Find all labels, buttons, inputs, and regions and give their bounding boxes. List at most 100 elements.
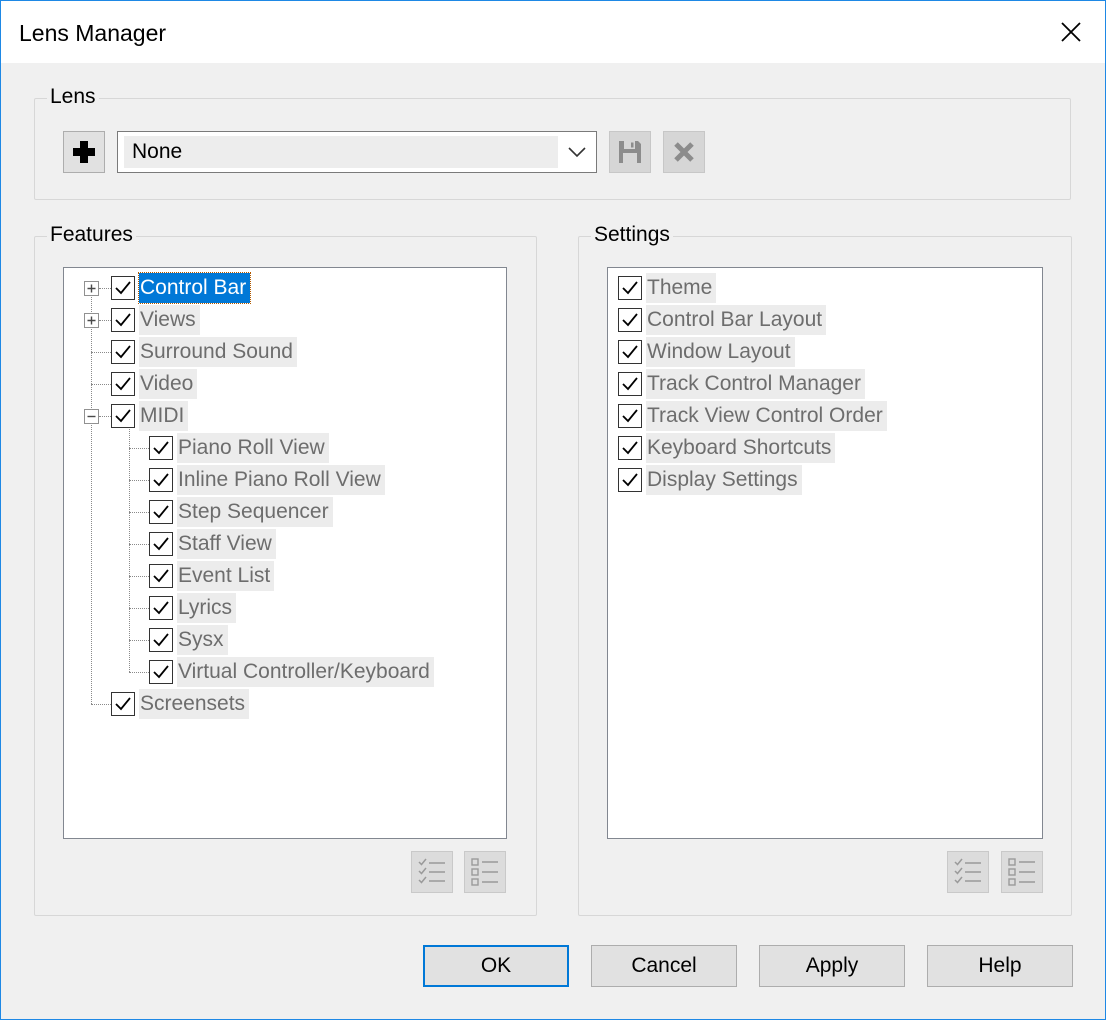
checkbox-step-sequencer[interactable] [149, 500, 173, 524]
list-item-label: Window Layout [646, 337, 795, 367]
checkmark-icon [153, 633, 169, 647]
delete-lens-button[interactable] [663, 131, 705, 173]
checkbox-midi[interactable] [111, 404, 135, 428]
checkbox-theme[interactable] [618, 276, 642, 300]
checkmark-icon [115, 377, 131, 391]
tree-item-label: Sysx [177, 625, 228, 655]
list-item-label: Display Settings [646, 465, 802, 495]
unchecked-list-icon [1008, 858, 1035, 886]
checkbox-screensets[interactable] [111, 692, 135, 716]
tree-item-surround-sound[interactable]: Surround Sound [111, 336, 297, 368]
settings-uncheck-all-button[interactable] [1001, 851, 1043, 893]
checkbox-piano-roll-view[interactable] [149, 436, 173, 460]
tree-item-label: Piano Roll View [177, 433, 329, 463]
plus-small-icon [87, 316, 96, 325]
plus-small-icon [87, 284, 96, 293]
tree-item-label: Event List [177, 561, 275, 591]
tree-item-staff-view[interactable]: Staff View [149, 528, 276, 560]
list-item-track-control-manager[interactable]: Track Control Manager [618, 368, 865, 400]
checkmark-icon [115, 313, 131, 327]
checkmark-icon [153, 569, 169, 583]
list-item-window-layout[interactable]: Window Layout [618, 336, 795, 368]
close-button[interactable] [1037, 1, 1105, 63]
list-item-control-bar-layout[interactable]: Control Bar Layout [618, 304, 827, 336]
help-button[interactable]: Help [927, 945, 1073, 987]
ok-button[interactable]: OK [423, 945, 569, 987]
tree-item-label: Staff View [177, 529, 276, 559]
checkbox-control-bar-layout[interactable] [618, 308, 642, 332]
settings-list[interactable]: Theme Control Bar Layout Window Layout T… [607, 267, 1043, 839]
collapse-midi-toggle[interactable] [84, 409, 99, 424]
checkmark-icon [153, 441, 169, 455]
checkbox-control-bar[interactable] [111, 276, 135, 300]
tree-item-piano-roll-view[interactable]: Piano Roll View [149, 432, 329, 464]
list-item-keyboard-shortcuts[interactable]: Keyboard Shortcuts [618, 432, 836, 464]
tree-item-video[interactable]: Video [111, 368, 198, 400]
tree-item-label: Surround Sound [139, 337, 297, 367]
window-title: Lens Manager [19, 20, 167, 46]
checkmark-icon [622, 409, 638, 423]
checkbox-inline-piano-roll-view[interactable] [149, 468, 173, 492]
checkbox-surround-sound[interactable] [111, 340, 135, 364]
close-icon [1061, 22, 1081, 42]
tree-item-lyrics[interactable]: Lyrics [149, 592, 237, 624]
check-list-icon [418, 858, 445, 884]
title-bar: Lens Manager [1, 1, 1105, 63]
tree-item-inline-piano-roll-view[interactable]: Inline Piano Roll View [149, 464, 385, 496]
checkmark-icon [115, 281, 131, 295]
settings-check-all-button[interactable] [947, 851, 989, 893]
apply-button[interactable]: Apply [759, 945, 905, 987]
tree-item-views[interactable]: Views [111, 304, 200, 336]
save-lens-button[interactable] [609, 131, 651, 173]
tree-item-control-bar[interactable]: Control Bar [111, 272, 252, 304]
cancel-button[interactable]: Cancel [591, 945, 737, 987]
checkmark-icon [153, 473, 169, 487]
list-item-theme[interactable]: Theme [618, 272, 717, 304]
expand-views-toggle[interactable] [84, 313, 99, 328]
list-item-label: Control Bar Layout [646, 305, 827, 335]
checkbox-virtual-controller-keyboard[interactable] [149, 660, 173, 684]
checkbox-video[interactable] [111, 372, 135, 396]
expand-control-bar-toggle[interactable] [84, 281, 99, 296]
features-uncheck-all-button[interactable] [464, 851, 506, 893]
tree-item-label: Virtual Controller/Keyboard [177, 657, 434, 687]
list-item-display-settings[interactable]: Display Settings [618, 464, 802, 496]
checkmark-icon [622, 345, 638, 359]
save-icon [619, 141, 641, 163]
checkbox-track-view-control-order[interactable] [618, 404, 642, 428]
features-tree[interactable]: Control Bar Views Surround Sound Video M… [63, 267, 507, 839]
checkbox-views[interactable] [111, 308, 135, 332]
tree-item-label: Views [139, 305, 200, 335]
tree-item-midi[interactable]: MIDI [111, 400, 189, 432]
tree-item-screensets[interactable]: Screensets [111, 688, 250, 720]
tree-item-label: MIDI [139, 401, 189, 431]
checkmark-icon [153, 665, 169, 679]
list-item-track-view-control-order[interactable]: Track View Control Order [618, 400, 887, 432]
checkbox-event-list[interactable] [149, 564, 173, 588]
list-item-label: Theme [646, 273, 717, 303]
checkmark-icon [622, 377, 638, 391]
lens-manager-dialog: Lens Manager Lens None Features Control … [0, 0, 1106, 1020]
tree-item-label: Step Sequencer [177, 497, 333, 527]
checkmark-icon [622, 473, 638, 487]
checkbox-keyboard-shortcuts[interactable] [618, 436, 642, 460]
tree-item-sysx[interactable]: Sysx [149, 624, 228, 656]
checkbox-lyrics[interactable] [149, 596, 173, 620]
checkmark-icon [622, 281, 638, 295]
checkbox-sysx[interactable] [149, 628, 173, 652]
tree-item-event-list[interactable]: Event List [149, 560, 275, 592]
checkmark-icon [115, 409, 131, 423]
checkbox-track-control-manager[interactable] [618, 372, 642, 396]
list-item-label: Keyboard Shortcuts [646, 433, 836, 463]
checkbox-window-layout[interactable] [618, 340, 642, 364]
checkbox-display-settings[interactable] [618, 468, 642, 492]
chevron-down-icon [568, 147, 586, 158]
tree-item-virtual-controller-keyboard[interactable]: Virtual Controller/Keyboard [149, 656, 434, 688]
tree-item-step-sequencer[interactable]: Step Sequencer [149, 496, 333, 528]
lens-dropdown[interactable]: None [117, 131, 597, 173]
checkbox-staff-view[interactable] [149, 532, 173, 556]
features-check-all-button[interactable] [411, 851, 453, 893]
checkmark-icon [115, 345, 131, 359]
add-lens-button[interactable] [63, 131, 105, 173]
list-item-label: Track View Control Order [646, 401, 887, 431]
